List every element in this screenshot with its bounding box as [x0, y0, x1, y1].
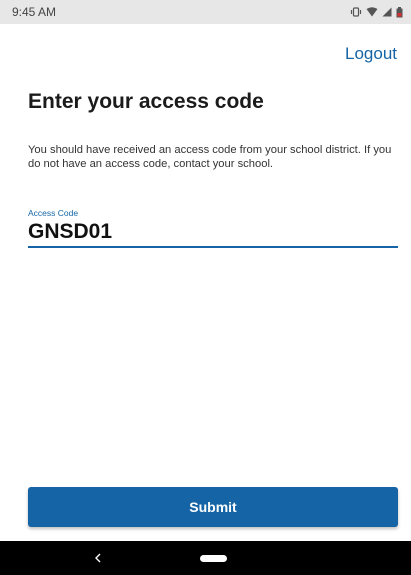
access-code-field: Access Code	[28, 208, 398, 248]
logout-link[interactable]: Logout	[345, 44, 397, 64]
navigation-bar	[0, 541, 411, 575]
status-bar: 9:45 AM	[0, 0, 411, 24]
access-code-label: Access Code	[28, 208, 79, 218]
back-icon[interactable]	[90, 549, 106, 567]
status-time: 9:45 AM	[12, 5, 57, 19]
signal-icon	[382, 7, 392, 17]
access-code-description: You should have received an access code …	[28, 144, 392, 170]
submit-button[interactable]: Submit	[28, 487, 398, 527]
battery-icon	[396, 6, 403, 18]
page-title: Enter your access code	[28, 90, 264, 113]
wifi-icon	[366, 7, 378, 17]
access-code-input[interactable]	[28, 218, 398, 248]
home-icon[interactable]	[200, 555, 227, 562]
vibrate-icon	[350, 7, 362, 17]
status-icons	[350, 6, 403, 18]
